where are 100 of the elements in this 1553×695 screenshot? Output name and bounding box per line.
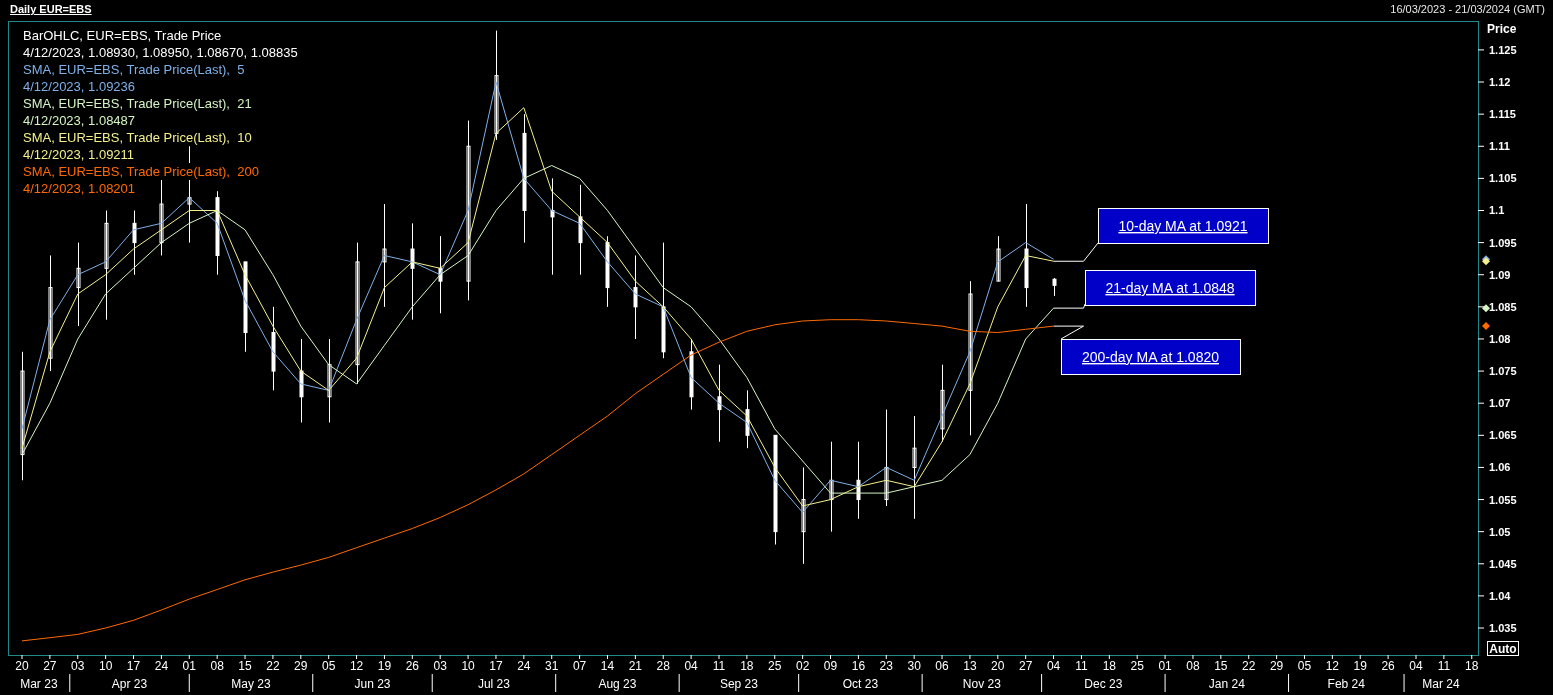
axis-tick-label: 1.125 xyxy=(1489,43,1517,56)
axis-tick-label: 18 xyxy=(740,659,754,673)
axis-tick-label: 20 xyxy=(15,659,29,673)
axis-tick-label: 08 xyxy=(1186,659,1200,673)
axis-tick-label: 08 xyxy=(210,659,224,673)
axis-tick-label: 1.065 xyxy=(1489,429,1517,442)
axis-tick-label: 1.08 xyxy=(1489,332,1511,345)
axis-tick-label: 28 xyxy=(656,659,670,673)
axis-tick-label: 1.05 xyxy=(1489,525,1511,538)
axis-tick-label: 07 xyxy=(572,659,587,673)
axis-tick-label: 11 xyxy=(1075,659,1088,673)
axis-tick-label: 25 xyxy=(1130,659,1144,673)
axis-tick-label: 1.07 xyxy=(1489,397,1511,410)
callout-label: 21-day MA at 1.0848 xyxy=(1105,280,1235,296)
axis-tick-label: 11 xyxy=(712,659,726,673)
callout-label: 10-day MA at 1.0921 xyxy=(1118,218,1248,234)
axis-tick-label: 1.12 xyxy=(1489,76,1511,88)
axis-tick-label: 24 xyxy=(517,659,531,673)
axis-tick-label: 13 xyxy=(963,659,977,673)
axis-tick-label: 27 xyxy=(1019,659,1033,673)
axis-tick-label: 04 xyxy=(684,659,698,673)
date-range: 16/03/2023 - 21/03/2024 (GMT) xyxy=(1390,3,1545,15)
month-label: Jun 23 xyxy=(354,677,391,691)
axis-tick-label: 17 xyxy=(489,659,503,673)
axis-tick-label: 03 xyxy=(433,659,447,673)
axis-tick-label: 29 xyxy=(1269,659,1284,673)
axis-tick-label: 06 xyxy=(935,659,949,673)
axis-tick-label: 1.115 xyxy=(1489,108,1516,121)
axis-tick-label: 17 xyxy=(126,659,141,673)
axis-tick-label: 25 xyxy=(768,659,782,673)
axis-tick-label: 22 xyxy=(1242,659,1256,673)
month-label: Mar 23 xyxy=(20,677,58,691)
month-label: Feb 24 xyxy=(1327,677,1365,691)
axis-tick-label: 04 xyxy=(1046,659,1061,673)
price-bar xyxy=(1052,277,1057,297)
axis-tick-label: 03 xyxy=(71,659,85,673)
axis-tick-label: 26 xyxy=(1381,659,1395,673)
axis-tick-label: 10 xyxy=(461,659,475,673)
chart-title[interactable]: Daily EUR=EBS xyxy=(10,3,92,15)
axis-tick-label: 01 xyxy=(1158,659,1172,673)
leader-line xyxy=(1053,303,1086,309)
axis-tick-label: 02 xyxy=(795,659,810,673)
axis-tick-label: 1.09 xyxy=(1489,268,1511,281)
axis-tick-label: 15 xyxy=(238,659,252,673)
axis-tick-label: 1.075 xyxy=(1489,365,1517,378)
axis-tick-label: 20 xyxy=(991,659,1005,673)
axis-tick-label: 01 xyxy=(182,659,196,673)
axis-tick-label: 1.085 xyxy=(1489,300,1517,313)
price-bar xyxy=(996,235,1001,282)
axis-tick-label: 1.06 xyxy=(1489,461,1511,474)
legend-series-name: SMA, EUR=EBS, Trade Price(Last), 200 xyxy=(23,163,259,180)
axis-tick-label: 05 xyxy=(1297,659,1312,673)
month-label: Oct 23 xyxy=(842,677,879,691)
axis-tick-label: 1.095 xyxy=(1489,236,1517,249)
month-label: Nov 23 xyxy=(962,677,1001,691)
axis-tick-label: 18 xyxy=(1102,659,1116,673)
auto-button[interactable]: Auto xyxy=(1487,641,1519,656)
leader-line xyxy=(1053,325,1085,340)
month-label: Apr 23 xyxy=(111,677,148,691)
axis-tick-label: 19 xyxy=(377,659,392,673)
month-label: Aug 23 xyxy=(598,677,637,691)
axis-tick-label: 30 xyxy=(907,659,921,673)
price-bar xyxy=(745,389,750,449)
axis-tick-label: 1.105 xyxy=(1489,172,1517,185)
axis-tick-label: 22 xyxy=(266,659,280,673)
axis-tick-label: 1.035 xyxy=(1489,622,1517,634)
axis-tick-label: 15 xyxy=(1214,659,1228,673)
axis-tick-label: 23 xyxy=(879,659,893,673)
axis-tick-label: 1.055 xyxy=(1489,493,1517,506)
axis-tick-label: 21 xyxy=(628,659,643,673)
axis-tick-label: 10 xyxy=(98,659,113,673)
leader-line xyxy=(1053,242,1099,262)
axis-tick-label: 18 xyxy=(1465,659,1479,673)
axis-tick-label: 14 xyxy=(600,659,615,673)
axis-tick-label: 31 xyxy=(545,659,559,673)
axis-tick-label: 24 xyxy=(154,659,169,673)
month-label: Sep 23 xyxy=(719,677,758,691)
axis-tick-label: 1.045 xyxy=(1489,557,1517,570)
axis-tick-label: 05 xyxy=(322,659,336,673)
axis-tick-label: 27 xyxy=(43,659,57,673)
axis-title: Price xyxy=(1487,22,1517,36)
month-label: Jan 24 xyxy=(1208,677,1245,691)
axis-tick-label: 11 xyxy=(1437,659,1451,673)
axis-tick-label: 12 xyxy=(349,659,364,673)
month-label: Mar 24 xyxy=(1422,677,1460,691)
axis-tick-label: 04 xyxy=(1409,659,1423,673)
callout-label: 200-day MA at 1.0820 xyxy=(1082,349,1219,365)
month-label: May 23 xyxy=(231,677,271,691)
axis-tick-label: 19 xyxy=(1353,659,1367,673)
axis-tick-label: 1.04 xyxy=(1489,589,1511,602)
axis-tick-label: 16 xyxy=(851,659,866,673)
axis-tick-label: 09 xyxy=(823,659,838,673)
axis-tick-label: 1.11 xyxy=(1489,140,1510,153)
axis-tick-label: 26 xyxy=(405,659,419,673)
axis-tick-label: 1.1 xyxy=(1489,204,1505,217)
price-bar xyxy=(132,210,137,276)
month-label: Jul 23 xyxy=(477,677,510,691)
axis-tick-label: 12 xyxy=(1325,659,1340,673)
month-label: Dec 23 xyxy=(1084,677,1123,691)
axis-tick-label: 29 xyxy=(294,659,308,673)
